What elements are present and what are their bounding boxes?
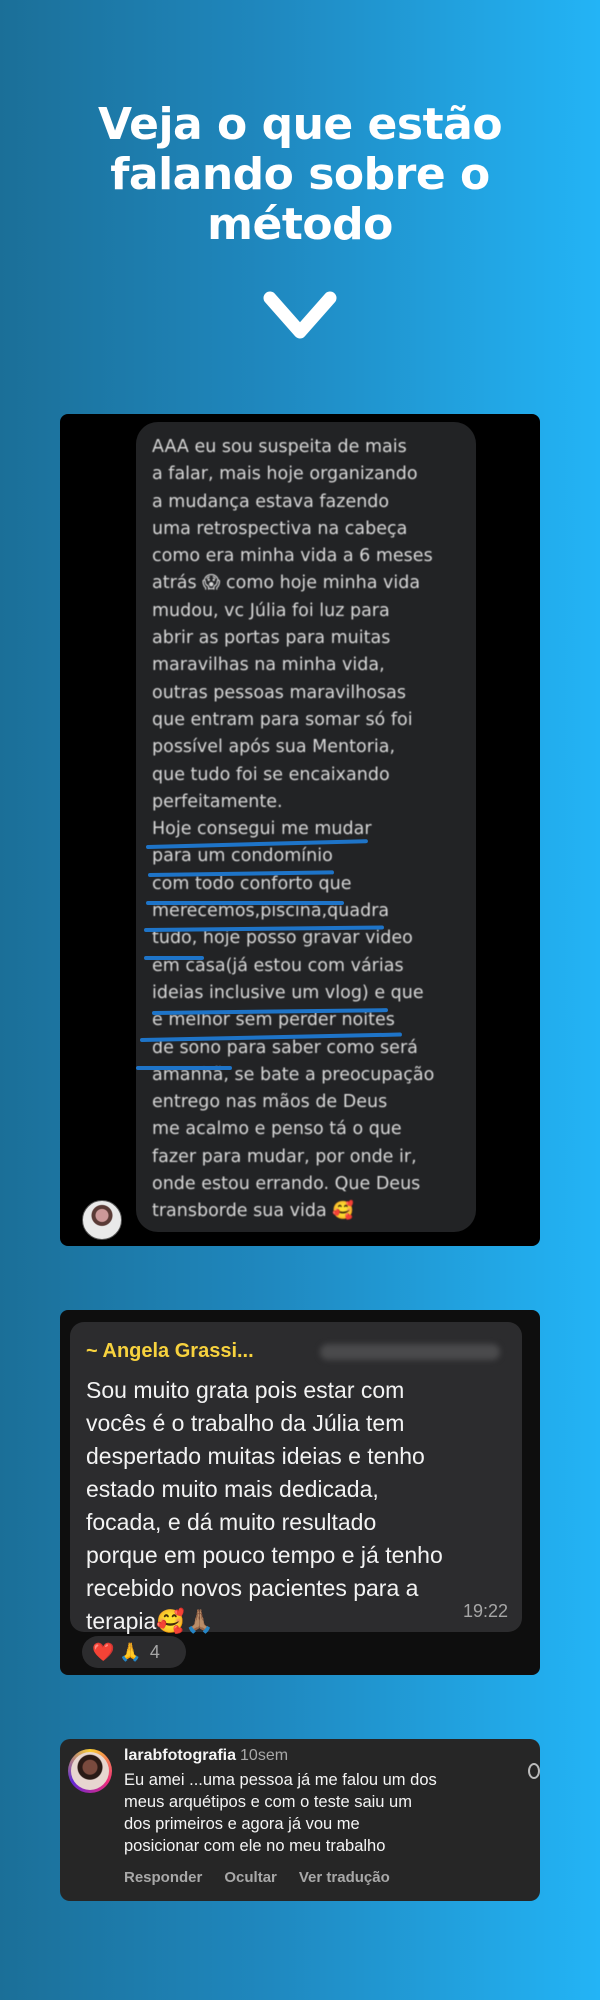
message-line: terapia🥰🙏🏽 (86, 1608, 214, 1634)
reaction-count: 4 (149, 1641, 160, 1662)
message-line: que entram para somar só foi (152, 709, 413, 730)
message-line: porque em pouco tempo e já tenho (86, 1542, 443, 1568)
message-line: uma retrospectiva na cabeça (152, 518, 408, 539)
highlight-underline (136, 1066, 232, 1070)
message-line: recebido novos pacientes para a (86, 1575, 419, 1601)
message-line: mudou, vc Júlia foi luz para (152, 600, 390, 621)
headline-line: Veja o que estão (97, 99, 503, 150)
message-line: fazer para mudar, por onde ir, (152, 1146, 417, 1167)
message-line: perfeitamente. (152, 791, 283, 812)
testimonial-screenshot-2: ~ Angela Grassi... Sou muito grata pois … (60, 1310, 540, 1675)
message-line: a falar, mais hoje organizando (152, 464, 418, 485)
message-line: transborde sua vida 🥰 (152, 1201, 355, 1222)
highlight-underline (146, 901, 344, 905)
chevron-down-icon (263, 291, 337, 339)
message-time: 19:22 (462, 1601, 508, 1621)
message-line: atrás 😱 como hoje minha vida (152, 573, 421, 594)
comment-header: larabfotografia 10sem (124, 1747, 288, 1765)
message-line: despertado muitas ideias e tenho (86, 1443, 425, 1469)
avatar (82, 1200, 122, 1240)
message-line: a mudança estava fazendo (152, 491, 390, 512)
redacted-phone (320, 1344, 500, 1360)
hide-button[interactable]: Ocultar (224, 1869, 277, 1886)
username[interactable]: larabfotografia (124, 1747, 236, 1764)
message-line: que tudo foi se encaixando (152, 764, 390, 785)
testimonial-screenshot-1: AAA eu sou suspeita de mais a falar, mai… (60, 414, 540, 1246)
reply-button[interactable]: Responder (124, 1869, 202, 1886)
comment-age: 10sem (240, 1747, 289, 1764)
comment-line: dos primeiros e agora já vou me (124, 1815, 360, 1833)
highlight-underline (144, 956, 204, 960)
message-line: como era minha vida a 6 meses (152, 546, 433, 567)
message-line: abrir as portas para muitas (152, 628, 391, 649)
comment-line: Eu amei ...uma pessoa já me falou um dos (124, 1771, 437, 1789)
headline-line: método (207, 199, 393, 250)
message-line: outras pessoas maravilhosas (152, 682, 407, 703)
translate-button[interactable]: Ver tradução (299, 1869, 390, 1886)
comment-text: Eu amei ...uma pessoa já me falou um dos… (124, 1769, 524, 1857)
message-line: Hoje consegui me mudar (152, 819, 372, 840)
message-line: entrego nas mãos de Deus (152, 1092, 388, 1113)
like-icon[interactable] (528, 1763, 540, 1779)
message-line: ideias inclusive um vlog) e que (152, 982, 424, 1003)
message-line: vocês é o trabalho da Júlia tem (86, 1410, 405, 1436)
message-line: possível após sua Mentoria, (152, 737, 396, 758)
comment-actions: Responder Ocultar Ver tradução (124, 1869, 390, 1886)
avatar (68, 1749, 112, 1793)
headline-line: falando sobre o (110, 149, 490, 200)
message-text: AAA eu sou suspeita de mais a falar, mai… (152, 434, 482, 1226)
message-line: AAA eu sou suspeita de mais (152, 437, 407, 457)
comment-line: posicionar com ele no meu trabalho (124, 1837, 386, 1855)
message-line: me acalmo e penso tá o que (152, 1119, 402, 1140)
reaction-icons: ❤️ 🙏 (92, 1641, 142, 1662)
reactions-pill[interactable]: ❤️ 🙏 4 (82, 1636, 186, 1668)
sender-name: ~ Angela Grassi... (86, 1340, 254, 1362)
message-line: onde estou errando. Que Deus (152, 1174, 421, 1195)
message-line: estado muito mais dedicada, (86, 1476, 379, 1502)
page-headline: Veja o que estão falando sobre o método (0, 100, 600, 250)
message-line: focada, e dá muito resultado (86, 1509, 377, 1535)
comment-line: meus arquétipos e com o teste saiu um (124, 1793, 412, 1811)
message-line: maravilhas na minha vida, (152, 655, 385, 676)
message-line: Sou muito grata pois estar com (86, 1377, 405, 1403)
message-bubble: ~ Angela Grassi... Sou muito grata pois … (70, 1322, 522, 1634)
testimonial-screenshot-3: larabfotografia 10sem Eu amei ...uma pess… (60, 1739, 540, 1901)
message-text: Sou muito grata pois estar com vocês é o… (86, 1374, 516, 1638)
